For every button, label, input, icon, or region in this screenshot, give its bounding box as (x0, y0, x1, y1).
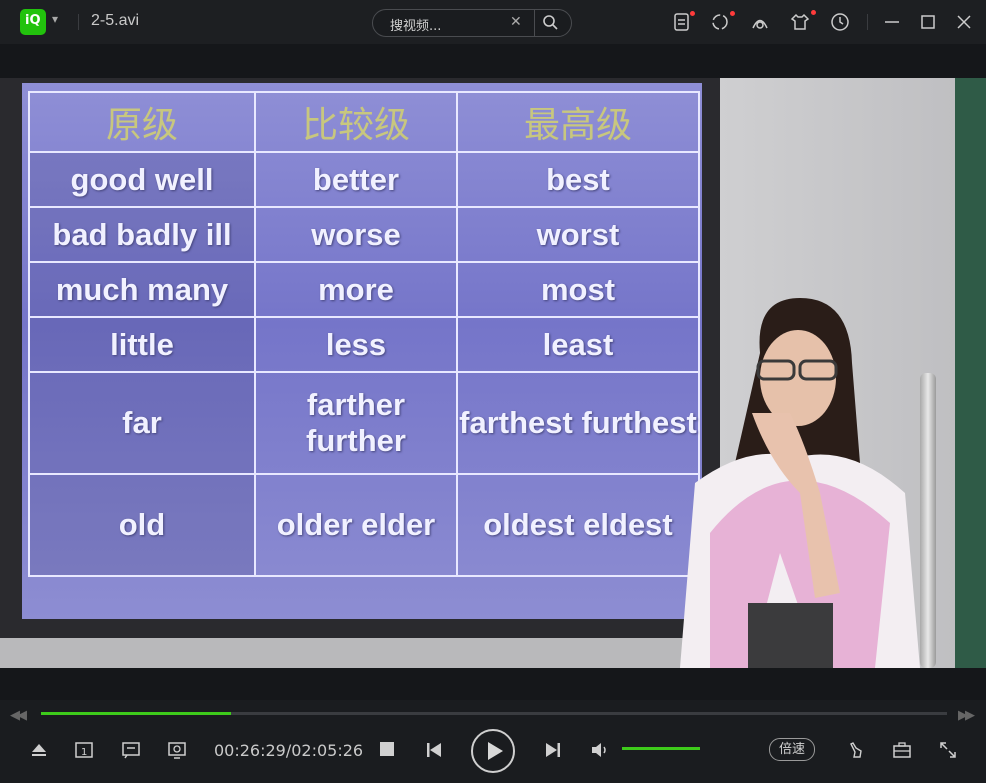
toolbox-icon[interactable] (892, 740, 912, 760)
minimize-icon[interactable] (881, 11, 903, 33)
divider (867, 14, 868, 30)
stop-icon[interactable] (380, 742, 394, 756)
previous-icon[interactable] (424, 740, 444, 760)
player-controls: ◀◀ ▶▶ 1 00:26:29/02:05:26 倍速 (0, 700, 986, 783)
next-icon[interactable] (543, 740, 563, 760)
table-cell: bad badly ill (28, 206, 256, 263)
subtitle-icon[interactable] (121, 740, 141, 760)
table-cell: good well (28, 151, 256, 208)
video-area[interactable]: 原级 比较级 最高级 good well better best bad badly… (0, 78, 986, 668)
divider (78, 14, 79, 30)
comparison-table: 原级 比较级 最高级 good well better best bad badly… (28, 91, 700, 577)
header-superlative: 最高级 (456, 91, 700, 153)
table-cell: more (254, 261, 458, 318)
maximize-icon[interactable] (917, 11, 939, 33)
volume-icon[interactable] (590, 740, 610, 760)
blackboard (955, 78, 986, 668)
table-cell: much many (28, 261, 256, 318)
volume-slider[interactable] (622, 747, 700, 750)
notification-dot (730, 11, 735, 16)
file-title: 2-5.avi (91, 12, 140, 29)
cast-icon[interactable] (846, 740, 866, 760)
notification-dot (690, 11, 695, 16)
speed-button[interactable]: 倍速 (769, 738, 815, 761)
header-comparative: 比较级 (254, 91, 458, 153)
table-cell: older elder (254, 473, 458, 577)
projector-screen: 原级 比较级 最高级 good well better best bad badly… (0, 78, 720, 638)
table-cell: little (28, 316, 256, 373)
header-positive: 原级 (28, 91, 256, 153)
progress-bar[interactable] (41, 712, 947, 715)
eject-icon[interactable] (29, 740, 49, 760)
table-cell: worst (456, 206, 700, 263)
progress-fill (41, 712, 232, 715)
time-display: 00:26:29/02:05:26 (214, 741, 364, 760)
table-cell: old (28, 473, 256, 577)
clear-icon[interactable]: ✕ (510, 13, 522, 30)
presenter (680, 298, 920, 668)
play-icon (488, 742, 503, 760)
menu-dropdown-icon[interactable]: ▾ (52, 12, 58, 26)
divider (534, 10, 535, 36)
table-cell: farther further (254, 371, 458, 475)
slide: 原级 比较级 最高级 good well better best bad badly… (22, 83, 702, 619)
skin-icon[interactable] (789, 11, 811, 33)
screenshot-icon[interactable] (167, 740, 187, 760)
table-cell: best (456, 151, 700, 208)
fullscreen-icon[interactable] (938, 740, 958, 760)
single-frame-icon[interactable]: 1 (74, 740, 94, 760)
svg-text:1: 1 (81, 747, 87, 758)
account-icon[interactable] (749, 11, 771, 33)
table-cell: better (254, 151, 458, 208)
table-cell: worse (254, 206, 458, 263)
play-button[interactable] (471, 729, 515, 773)
search-box[interactable]: 搜视频... ✕ (372, 9, 572, 37)
search-input[interactable]: 搜视频... (390, 15, 441, 34)
fast-forward-icon[interactable]: ▶▶ (958, 707, 975, 723)
close-icon[interactable] (953, 11, 975, 33)
notification-dot (811, 10, 816, 15)
table-cell: less (254, 316, 458, 373)
app-logo[interactable]: iQ (20, 9, 46, 35)
search-icon[interactable] (542, 14, 558, 30)
share-icon[interactable] (709, 11, 731, 33)
title-bar: iQ ▾ 2-5.avi 搜视频... ✕ (0, 0, 986, 44)
rewind-icon[interactable]: ◀◀ (10, 707, 27, 723)
table-cell: far (28, 371, 256, 475)
history-icon[interactable] (829, 11, 851, 33)
